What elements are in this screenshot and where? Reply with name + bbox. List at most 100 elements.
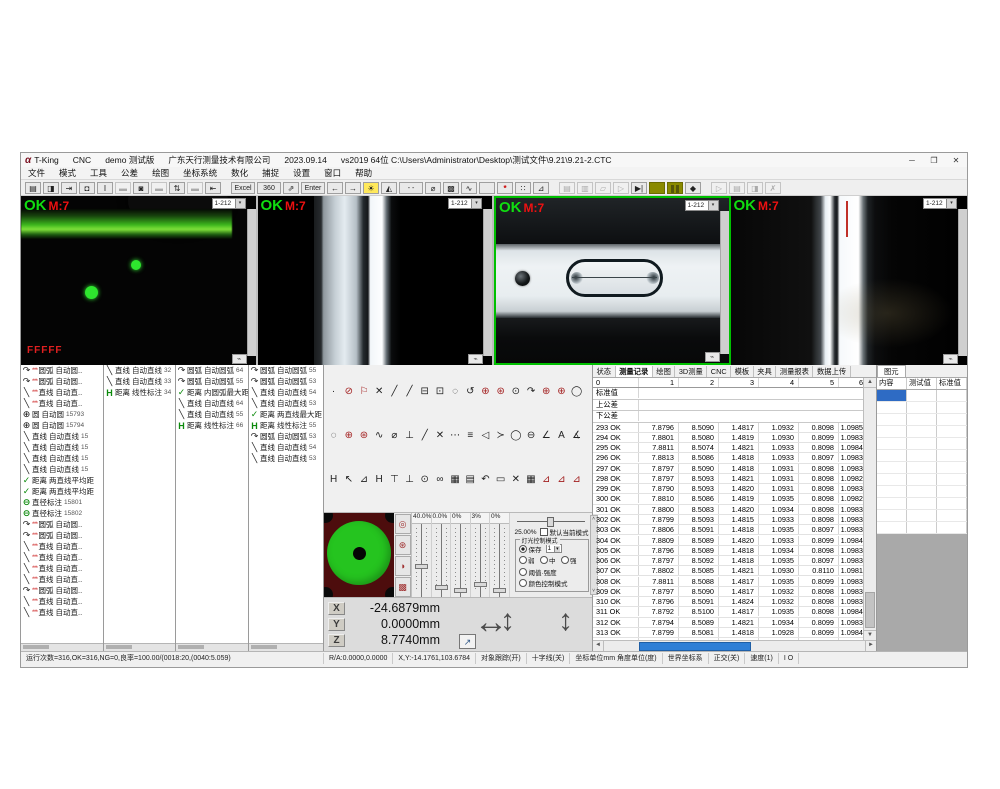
palette-tool-icon[interactable]: ⊿ — [569, 474, 584, 485]
light-slider-1[interactable]: 40.0% — [412, 513, 432, 597]
palette-tool-icon[interactable]: ▦ — [448, 474, 463, 485]
palette-tool-icon[interactable]: ∡ — [569, 430, 584, 441]
table-row[interactable]: 308 OK7.88118.50881.48171.09350.80991.09… — [593, 576, 876, 586]
list-item[interactable]: ⊖直径标注15802 — [21, 508, 103, 519]
menu-file[interactable]: 文件 — [21, 167, 52, 179]
table-row[interactable]: 307 OK7.88028.50851.48211.09300.81101.09… — [593, 566, 876, 576]
list-item[interactable]: ╲***直线自动直.. — [21, 552, 103, 563]
tab-cnc[interactable]: CNC — [707, 366, 731, 377]
save3-button[interactable]: ▤ — [729, 182, 745, 194]
list-item[interactable]: ⊕圆自动圆15793 — [21, 409, 103, 420]
tab-element[interactable]: 图元 — [877, 365, 906, 377]
table-row[interactable]: 313 OK7.87998.50811.48181.09280.80991.09… — [593, 628, 876, 638]
palette-tool-icon[interactable]: ⊥ — [402, 474, 417, 485]
save-slot-combo[interactable]: 1▾ — [546, 544, 562, 553]
step-button[interactable]: ⇤ — [205, 182, 221, 194]
play-to-end-button[interactable]: ▶| — [631, 182, 647, 194]
ring-light-indicator[interactable] — [324, 513, 394, 597]
blank-button[interactable] — [479, 182, 495, 194]
probe-b-button[interactable]: ◙ — [133, 182, 149, 194]
table-row[interactable]: 301 OK7.88008.50831.48201.09340.80981.09… — [593, 505, 876, 515]
menu-tolerance[interactable]: 公差 — [114, 167, 145, 179]
camera-scrollbar[interactable] — [958, 209, 967, 356]
tool-config-button[interactable]: ✗ — [765, 182, 781, 194]
table-horizontal-scrollbar[interactable]: ◄ ► — [593, 640, 876, 651]
table-row[interactable]: 293 OK7.87968.50901.48171.09320.80981.09… — [593, 423, 876, 433]
palette-tool-icon[interactable]: ◌ — [326, 430, 341, 441]
list-item[interactable]: ╲***直线自动直.. — [21, 596, 103, 607]
palette-tool-icon[interactable]: H — [326, 474, 341, 485]
slider-track[interactable] — [451, 524, 470, 597]
palette-tool-icon[interactable]: ↷ — [523, 386, 538, 397]
table-row[interactable]: 296 OK7.88138.50861.48181.09330.80971.09… — [593, 453, 876, 463]
list-item[interactable]: ╲直线自动直线15 — [21, 464, 103, 475]
star-button[interactable]: * — [497, 182, 513, 194]
placeholder-a[interactable]: ▬ — [115, 182, 131, 194]
list-item[interactable]: ↷圆弧自动圆弧53 — [249, 431, 323, 442]
menu-window[interactable]: 窗口 — [317, 167, 348, 179]
detail-row[interactable] — [877, 498, 967, 510]
list-item[interactable]: ╲直线自动直线15 — [21, 453, 103, 464]
stop-button[interactable]: ■ — [649, 182, 665, 194]
radio-icon[interactable] — [540, 556, 548, 564]
list-item[interactable]: ✓距离两直线平均距 — [21, 475, 103, 486]
image-view-button[interactable]: ◭ — [381, 182, 397, 194]
slider-track[interactable] — [432, 524, 451, 597]
list-scrollbar[interactable] — [249, 643, 323, 651]
menu-mode[interactable]: 模式 — [52, 167, 83, 179]
dice-button[interactable]: ∷ — [515, 182, 531, 194]
list-item[interactable]: ╲直线自动直线64 — [176, 398, 248, 409]
open2-button[interactable]: ◨ — [747, 182, 763, 194]
palette-tool-icon[interactable]: ∞ — [432, 474, 447, 485]
detail-row[interactable] — [877, 462, 967, 474]
play2-button[interactable]: ▷ — [711, 182, 727, 194]
palette-tool-icon[interactable]: ⊤ — [387, 474, 402, 485]
palette-tool-icon[interactable]: ∠ — [539, 430, 554, 441]
slider-thumb[interactable] — [474, 582, 487, 587]
scroll-down-icon[interactable]: ▼ — [864, 630, 876, 640]
detail-row[interactable] — [877, 474, 967, 486]
list-scrollbar[interactable] — [104, 643, 175, 651]
level-radio-强[interactable]: 强 — [561, 555, 577, 565]
light-toggle-button[interactable]: ☀ — [363, 182, 379, 194]
camera-range-select[interactable]: 1-212▾ — [923, 198, 957, 209]
palette-tool-icon[interactable]: ▭ — [493, 474, 508, 485]
table-row[interactable]: 312 OK7.87948.50891.48211.09340.80991.09… — [593, 618, 876, 628]
stage-move-button[interactable]: ⇥ — [61, 182, 77, 194]
palette-tool-icon[interactable]: ∿ — [372, 430, 387, 441]
menu-tools[interactable]: 工具 — [83, 167, 114, 179]
palette-tool-icon[interactable]: A — [554, 430, 569, 441]
list-item[interactable]: ✓距离两直线平均距 — [21, 486, 103, 497]
maximize-button[interactable]: ❐ — [923, 154, 945, 167]
table-row[interactable]: 309 OK7.87978.50901.48171.09320.80981.09… — [593, 587, 876, 597]
slider-thumb[interactable] — [547, 517, 554, 527]
default-mode-checkbox[interactable] — [540, 528, 548, 536]
list-item[interactable]: ↷圆弧自动圆弧64 — [176, 365, 248, 376]
close-button[interactable]: ✕ — [945, 154, 967, 167]
palette-tool-icon[interactable]: ╱ — [387, 386, 402, 397]
light-mode-button-1[interactable]: ◎ — [395, 514, 411, 534]
detail-row[interactable] — [877, 390, 967, 402]
jog-z-icon[interactable]: ↕ — [558, 598, 573, 644]
slider-track[interactable] — [412, 524, 431, 597]
excel-export-button[interactable]: Excel — [231, 182, 255, 194]
detail-row[interactable] — [877, 450, 967, 462]
palette-tool-icon[interactable]: ≡ — [463, 430, 478, 441]
list-item[interactable]: ↷圆弧自动圆弧53 — [249, 376, 323, 387]
palette-tool-icon[interactable]: ↺ — [463, 386, 478, 397]
palette-tool-icon[interactable]: ✕ — [432, 430, 447, 441]
menu-draw[interactable]: 绘图 — [145, 167, 176, 179]
table-row[interactable]: 303 OK7.88068.50911.48181.09350.80971.09… — [593, 525, 876, 535]
master-light-slider[interactable] — [517, 517, 585, 525]
threshold-radio[interactable] — [519, 568, 527, 576]
palette-tool-icon[interactable]: ⊕ — [554, 386, 569, 397]
palette-tool-icon[interactable]: ✕ — [372, 386, 387, 397]
table-row[interactable]: 298 OK7.87978.50931.48211.09310.80981.09… — [593, 474, 876, 484]
list-item[interactable]: ╲***直线自动直.. — [21, 398, 103, 409]
save-file-button[interactable]: ▤ — [25, 182, 41, 194]
radio-icon[interactable] — [519, 556, 527, 564]
palette-tool-icon[interactable]: ⊡ — [432, 386, 447, 397]
zoom-search-button[interactable]: ⌀ — [425, 182, 441, 194]
jog-arrows[interactable]: ↔ ↕ ↕ — [474, 600, 589, 646]
camera-viewport-4[interactable]: OKM:7 1-212▾ ⌁ — [731, 196, 968, 365]
